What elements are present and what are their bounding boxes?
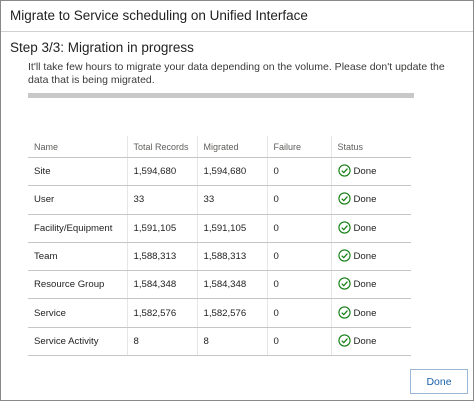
column-header-name: Name [28,136,127,158]
cell-migrated: 1,594,680 [196,157,267,187]
cell-name: Service [28,298,127,328]
check-circle-icon [337,334,351,347]
cell-name: Site [28,157,127,187]
cell-status: Done [330,270,411,300]
cell-total-records: 1,594,680 [126,157,197,187]
cell-status: Done [330,185,411,215]
cell-total-records: 8 [126,327,197,357]
status-label: Done [353,335,377,347]
cell-total-records: 1,588,313 [126,242,197,272]
cell-failure: 0 [266,157,331,187]
migration-table: Name Total Records Migrated Failure Stat… [28,136,411,357]
dialog-title: Migrate to Service scheduling on Unified… [1,1,473,32]
cell-status: Done [330,327,411,357]
cell-failure: 0 [266,298,331,328]
cell-name: Service Activity [28,327,127,357]
table-row: Service Activity 8 8 0 Done [28,327,411,357]
step-title: Step 3/3: Migration in progress [10,40,194,55]
cell-name: User [28,185,127,215]
cell-failure: 0 [266,327,331,357]
cell-name: Team [28,242,127,272]
cell-status: Done [330,157,411,187]
table-row: User 33 33 0 Done [28,185,411,215]
cell-migrated: 1,591,105 [196,214,267,243]
table-header-row: Name Total Records Migrated Failure Stat… [28,136,411,158]
progress-bar [28,93,414,98]
status-label: Done [353,251,377,263]
check-circle-icon [337,192,351,206]
migration-dialog: Migrate to Service scheduling on Unified… [0,0,474,401]
check-circle-icon [337,305,351,319]
cell-total-records: 1,582,576 [126,298,197,328]
status-label: Done [353,279,377,291]
check-circle-icon [337,221,351,234]
status-label: Done [353,307,377,319]
migration-description: It'll take few hours to migrate your dat… [28,61,445,86]
column-header-total-records: Total Records [126,136,197,158]
column-header-migrated: Migrated [196,136,267,158]
cell-failure: 0 [266,214,331,243]
status-label: Done [353,194,377,206]
done-button[interactable]: Done [410,369,468,394]
check-circle-icon [337,164,351,177]
cell-name: Resource Group [28,270,127,300]
cell-status: Done [330,214,411,243]
table-row: Site 1,594,680 1,594,680 0 Done [28,157,411,187]
cell-total-records: 33 [126,185,197,215]
cell-failure: 0 [266,242,331,272]
cell-migrated: 1,582,576 [196,298,267,328]
check-circle-icon [337,277,351,290]
cell-failure: 0 [266,185,331,215]
column-header-failure: Failure [266,136,331,158]
cell-status: Done [330,298,411,328]
table-row: Service 1,582,576 1,582,576 0 Done [28,298,411,328]
table-row: Resource Group 1,584,348 1,584,348 0 Done [28,270,411,300]
cell-name: Facility/Equipment [28,214,127,243]
cell-migrated: 33 [196,185,267,215]
status-label: Done [353,166,377,178]
status-label: Done [353,222,377,234]
check-circle-icon [337,249,351,262]
cell-migrated: 1,588,313 [196,242,267,272]
cell-total-records: 1,591,105 [126,214,197,243]
cell-migrated: 1,584,348 [196,270,267,300]
cell-migrated: 8 [196,327,267,357]
table-row: Facility/Equipment 1,591,105 1,591,105 0 Don… [28,214,411,243]
table-row: Team 1,588,313 1,588,313 0 Done [28,242,411,272]
progress-bar-fill [28,93,414,98]
column-header-status: Status [330,136,411,158]
cell-status: Done [330,242,411,272]
cell-failure: 0 [266,270,331,300]
cell-total-records: 1,584,348 [126,270,197,300]
